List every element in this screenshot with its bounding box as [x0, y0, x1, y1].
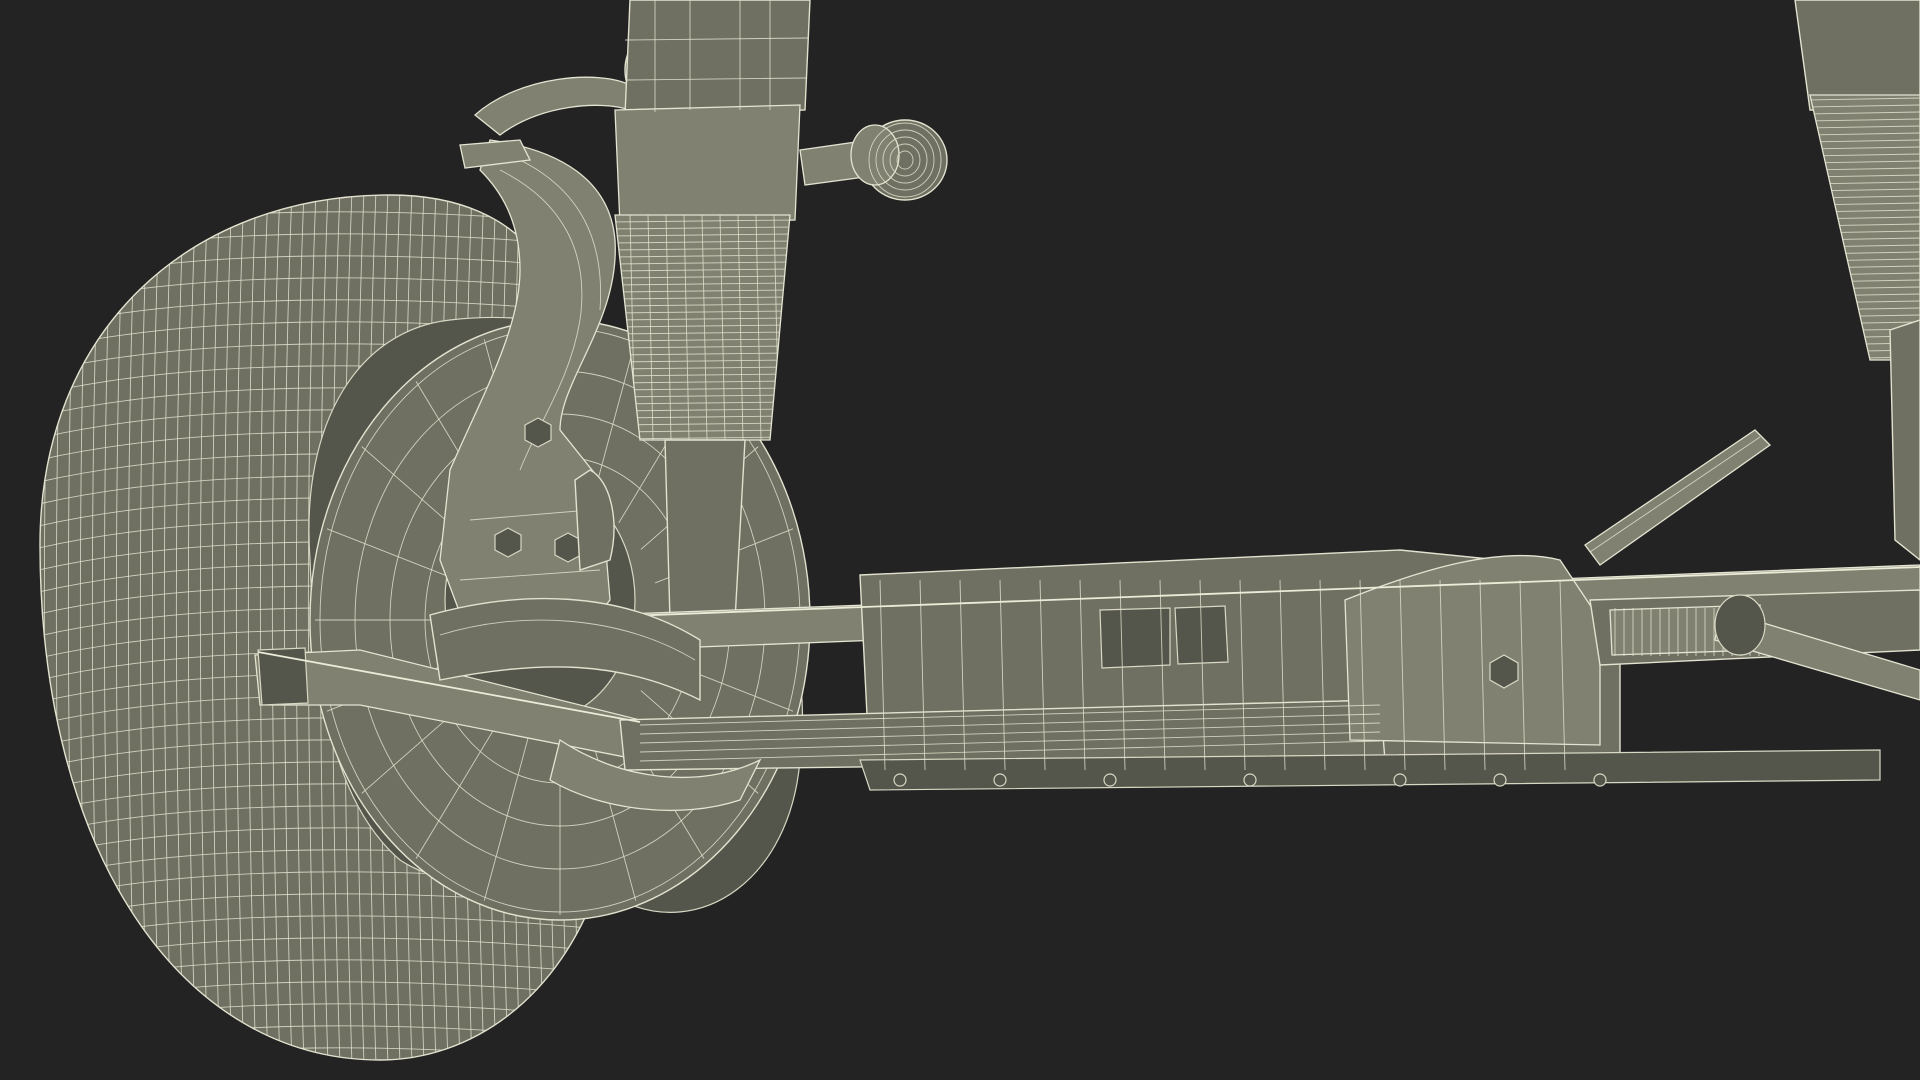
- steering-rack: [1589, 589, 1920, 701]
- suspension-wireframe-render: [39, 0, 1920, 1061]
- right-shock-absorber: [1794, 0, 1920, 561]
- tie-rod: [1584, 429, 1772, 566]
- bolts: [893, 773, 1607, 787]
